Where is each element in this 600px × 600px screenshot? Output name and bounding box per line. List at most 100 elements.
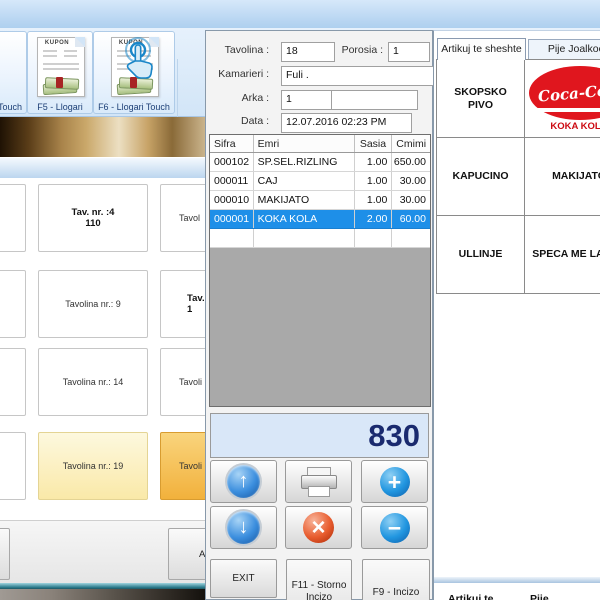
window-title-bar (0, 0, 600, 29)
product-label: KOKA KOLA (525, 120, 600, 133)
order-row-empty[interactable] (210, 229, 430, 248)
order-row[interactable]: 000010 MAKIJATO 1.00 30.00 (210, 191, 430, 210)
touch-hand-icon (120, 37, 156, 84)
ribbon-button-f5-llogari[interactable]: KUPON F5 - Llogari (27, 31, 93, 114)
cancel-button[interactable]: × (285, 506, 352, 549)
tab-pije-joalkoolike[interactable]: Pije Joalkoolike (528, 39, 600, 60)
table-button-label: Tavoli (161, 461, 202, 471)
product-label: SPECA ME LAKEN (532, 248, 600, 261)
table-button-total: 110 (85, 218, 100, 229)
table-button-empty[interactable] (0, 270, 26, 338)
order-row[interactable]: 000011 CAJ 1.00 30.00 (210, 172, 430, 191)
arka-label: Arka : (206, 92, 269, 104)
order-total-display: 830 (210, 413, 429, 458)
table-button-empty[interactable] (0, 184, 26, 252)
table-button-4[interactable]: Tav. nr. :4 110 (38, 184, 148, 252)
table-button-label: Tavol (161, 213, 200, 223)
order-row[interactable]: 000102 SP.SEL.RIZLING 1.00 650.00 (210, 153, 430, 172)
arka-secondary-field[interactable] (331, 90, 418, 110)
product-label: MAKIJATO (552, 170, 600, 183)
minus-icon: − (380, 513, 410, 543)
cell-cmimi: 650.00 (392, 153, 430, 171)
header-sasia[interactable]: Sasia (355, 135, 393, 152)
product-label: ULLINJE (459, 248, 503, 261)
folded-corner-icon (75, 37, 85, 47)
header-emri[interactable]: Emri (254, 135, 355, 152)
f11-storno-button[interactable]: F11 - Storno Incizo (286, 559, 352, 600)
print-button[interactable] (285, 460, 352, 503)
product-button-ullinje[interactable]: ULLINJE (436, 215, 525, 294)
up-arrow-icon: ↑ (227, 465, 260, 498)
grid-header-row: Sifra Emri Sasia Cmimi (210, 135, 430, 153)
add-item-button[interactable]: + (361, 460, 428, 503)
cell-emri: CAJ (254, 172, 355, 190)
date-field[interactable]: 12.07.2016 02:23 PM (281, 113, 412, 133)
cell-sasia: 1.00 (355, 172, 393, 190)
order-items-grid: Sifra Emri Sasia Cmimi 000102 SP.SEL.RIZ… (209, 134, 431, 407)
left-bottom-toolbar: Ar (0, 520, 205, 583)
product-button-koka-kola[interactable]: Coca-Cola KOKA KOLA (524, 59, 600, 138)
table-button-label: Tavolina nr.: 19 (63, 461, 124, 471)
porosia-field[interactable]: 1 (388, 42, 430, 62)
table-button-label: Tavoli (161, 377, 202, 387)
header-sifra[interactable]: Sifra (210, 135, 254, 152)
table-button-label: Tavolina nr.: 9 (65, 299, 121, 309)
kupon-invoice-icon: KUPON (37, 37, 85, 97)
ribbon-button-label: Touch (0, 102, 26, 112)
cell-emri: SP.SEL.RIZLING (254, 153, 355, 171)
f9-incizo-button[interactable]: F9 - Incizo (362, 559, 430, 600)
toolbar-button-partial[interactable] (0, 528, 10, 580)
move-up-button[interactable]: ↑ (210, 460, 277, 503)
plus-icon: + (380, 467, 410, 497)
desktop-background-sliver (0, 589, 205, 600)
exit-button-label: EXIT (232, 573, 254, 584)
cell-cmimi: 30.00 (392, 191, 430, 209)
cell-cmimi: 60.00 (392, 210, 430, 228)
kupon-icon-text: KUPON (38, 40, 76, 46)
cell-sifra: 000102 (210, 153, 254, 171)
cell-sasia: 1.00 (355, 191, 393, 209)
logo-white-band (525, 108, 600, 112)
ribbon-button-partial-touch[interactable]: Touch (0, 31, 27, 114)
f11-button-label2: Incizo (287, 592, 351, 600)
order-row-selected[interactable]: 000001 KOKA KOLA 2.00 60.00 (210, 210, 430, 229)
product-button-kapucino[interactable]: KAPUCINO (436, 137, 525, 216)
header-cmimi[interactable]: Cmimi (392, 135, 430, 152)
table-button-empty[interactable] (0, 348, 26, 416)
product-button-makijato[interactable]: MAKIJATO (524, 137, 600, 216)
data-label: Data : (206, 115, 269, 127)
tavolina-label: Tavolina : (206, 44, 269, 56)
exit-button[interactable]: EXIT (210, 559, 277, 598)
ribbon-button-f6-llogari-touch[interactable]: KUPON (93, 31, 175, 114)
f9-button-label: F9 - Incizo (363, 587, 429, 599)
product-button-skopsko-pivo[interactable]: SKOPSKO PIVO (436, 59, 525, 138)
arka-field[interactable]: 1 (281, 90, 335, 110)
table-button-label: Tav. nr. :4 (72, 207, 115, 218)
table-button-empty[interactable] (0, 432, 26, 500)
table-button-9[interactable]: Tavolina nr.: 9 (38, 270, 148, 338)
product-button-speca-me-laken[interactable]: SPECA ME LAKEN (524, 215, 600, 294)
cancel-icon: × (303, 512, 334, 543)
tables-panel-header-strip (0, 157, 205, 179)
f11-button-label: F11 - Storno (287, 580, 351, 592)
decorative-banner-image (0, 117, 205, 157)
move-down-button[interactable]: ↓ (210, 506, 277, 549)
money-icon (43, 75, 79, 93)
remove-item-button[interactable]: − (361, 506, 428, 549)
table-button-14[interactable]: Tavolina nr.: 14 (38, 348, 148, 416)
porosia-label: Porosia : (326, 44, 383, 56)
table-button-19[interactable]: Tavolina nr.: 19 (38, 432, 148, 500)
cell-sifra: 000001 (210, 210, 254, 228)
pos-app-window: Touch KUPON F5 - Llogari (0, 0, 600, 600)
printer-icon (301, 467, 337, 497)
products-panel: Artikuj te sheshte Pije Joalkoolike SKOP… (433, 30, 600, 600)
table-button-label: Tav. (161, 293, 205, 304)
bottom-partial-label: Artikuj te (448, 593, 494, 600)
kamarieri-field[interactable]: Fuli . (281, 66, 437, 86)
product-label: KAPUCINO (452, 170, 508, 183)
ribbon-button-label: F5 - Llogari (28, 102, 92, 112)
tab-artikuj-te-sheshte[interactable]: Artikuj te sheshte (437, 38, 526, 60)
panel-divider (434, 577, 600, 583)
cell-sasia: 1.00 (355, 153, 393, 171)
coca-cola-script-text: Coca-Cola (537, 83, 600, 103)
